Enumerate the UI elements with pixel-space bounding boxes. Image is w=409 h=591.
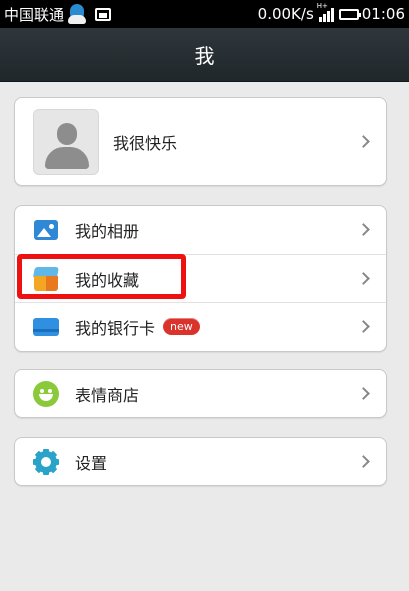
avatar[interactable] <box>33 108 99 175</box>
clock: 01:06 <box>361 5 405 23</box>
network-type-label: H+ <box>316 2 328 10</box>
chevron-right-icon <box>357 319 370 333</box>
chevron-right-icon <box>357 223 370 236</box>
title-bar: 我 <box>0 28 409 82</box>
menu-item-album[interactable]: 我的相册 <box>15 206 386 254</box>
album-icon <box>34 220 58 240</box>
chevron-right-icon <box>357 455 370 468</box>
personal-menu-card: 我的相册 我的收藏 我的银行卡 new <box>14 205 387 352</box>
gear-icon <box>33 449 59 475</box>
profile-card[interactable]: 我很快乐 <box>14 97 387 186</box>
favorites-box-icon <box>33 266 59 292</box>
sticker-store-card: 表情商店 <box>14 369 387 418</box>
profile-name: 我很快乐 <box>113 133 178 153</box>
menu-item-label: 设置 <box>75 454 108 473</box>
status-bar: 中国联通 0.00K/s H+ 01:06 <box>0 0 409 28</box>
signal-icon: H+ <box>316 2 334 22</box>
carrier-label: 中国联通 <box>4 5 65 24</box>
menu-item-favorites[interactable]: 我的收藏 <box>15 254 386 302</box>
menu-item-label: 我的收藏 <box>75 270 140 290</box>
menu-item-sticker-store[interactable]: 表情商店 <box>15 370 386 418</box>
new-badge: new <box>163 318 200 335</box>
image-notification-icon <box>95 7 112 21</box>
profile-row[interactable]: 我很快乐 <box>15 98 386 185</box>
chevron-right-icon <box>357 134 370 148</box>
chevron-right-icon <box>357 271 370 285</box>
network-speed: 0.00K/s <box>257 5 314 23</box>
settings-card: 设置 <box>14 437 387 486</box>
menu-item-label: 表情商店 <box>75 386 140 405</box>
smiley-icon <box>33 381 59 407</box>
me-page-content: 我很快乐 我的相册 我的收藏 我的银行卡 new 表情商店 设置 <box>0 82 409 591</box>
bank-card-icon <box>33 317 59 336</box>
menu-item-label: 我的相册 <box>75 222 140 241</box>
battery-icon <box>338 8 361 20</box>
chevron-right-icon <box>357 387 370 400</box>
menu-item-bank-card[interactable]: 我的银行卡 new <box>15 302 386 350</box>
menu-item-settings[interactable]: 设置 <box>15 438 386 486</box>
menu-item-label: 我的银行卡 <box>75 318 156 338</box>
page-title: 我 <box>194 44 215 68</box>
qq-notification-icon <box>68 4 87 24</box>
